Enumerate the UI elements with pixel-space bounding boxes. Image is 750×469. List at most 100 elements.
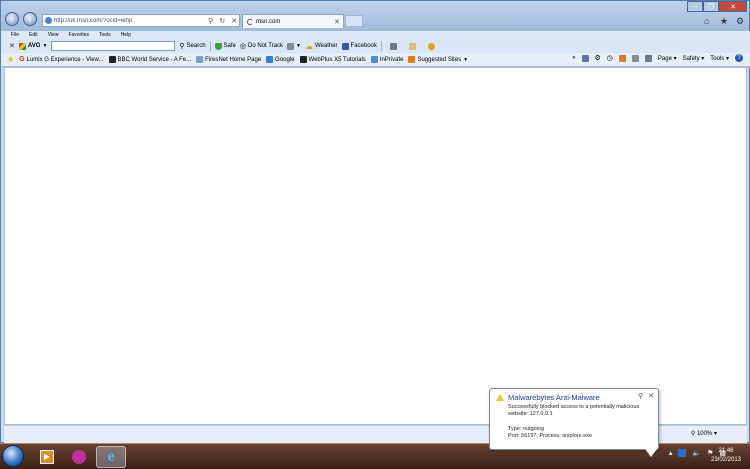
tools-menu[interactable]: Tools ▾ <box>710 55 729 62</box>
gear-icon[interactable]: ⚙ <box>736 16 744 27</box>
volume-icon[interactable]: 🔈 <box>692 449 701 457</box>
favorite-item-inprivate[interactable]: InPrivate <box>370 56 403 63</box>
safety-menu[interactable]: Safety ▾ <box>683 55 705 62</box>
safe-button[interactable]: Safe <box>214 42 236 50</box>
calendar-icon[interactable] <box>389 42 397 50</box>
more-icon[interactable]: » <box>572 55 575 61</box>
menu-tools[interactable]: Tools <box>99 32 111 38</box>
page-menu[interactable]: Page ▾ <box>658 55 677 62</box>
clock-time: 21:46 <box>718 448 734 454</box>
address-text: http://uk.msn.com/?ocid=iehp <box>54 17 133 24</box>
suggested-icon <box>408 56 416 63</box>
feeds-icon[interactable] <box>618 54 626 62</box>
app-button[interactable] <box>64 446 94 468</box>
favorite-item-lumix[interactable]: G Lumix G Experience - View... <box>19 56 103 63</box>
avg-menu[interactable]: AVG ▼ <box>18 42 47 50</box>
favorite-label: WebPlus X5 Tutorials <box>308 56 366 63</box>
home-icon[interactable]: ⌂ <box>704 16 709 26</box>
internet-explorer-button[interactable]: e <box>96 446 126 468</box>
notification-line: website: 127.0.0.1 <box>508 411 553 417</box>
separator <box>380 41 382 51</box>
menu-edit[interactable]: Edit <box>29 32 38 38</box>
zoom-control[interactable]: ⚲ 100% ▾ <box>691 430 717 437</box>
refresh-icon[interactable]: ↻ <box>217 17 227 25</box>
back-button[interactable]: ‹ <box>5 12 19 26</box>
gear-icon[interactable]: ⚙ <box>595 54 601 62</box>
webplus-icon <box>299 56 307 63</box>
search-icon: ⚲ <box>179 43 185 50</box>
stop-icon[interactable]: ✕ <box>229 17 239 25</box>
app-icon <box>72 450 86 464</box>
media-player-button[interactable]: ▶ <box>32 446 62 468</box>
avg-label: AVG <box>27 43 41 49</box>
restore-button[interactable]: ❐ <box>703 1 719 12</box>
favorite-item-google[interactable]: Google <box>266 56 295 63</box>
search-button[interactable]: ⚲ Search <box>179 42 205 50</box>
favorite-item-bbc[interactable]: BBC World Service - A Fe... <box>108 56 192 63</box>
balloon-tail <box>645 449 657 457</box>
settings-icon[interactable] <box>427 42 435 50</box>
search-icon[interactable]: ⚲ <box>206 17 215 25</box>
print-icon[interactable] <box>644 54 652 62</box>
favorite-label: Suggested Sites <box>417 56 462 63</box>
toolbar-close-icon[interactable]: ✕ <box>9 42 15 50</box>
favorite-item-firesnet[interactable]: FiresNet Home Page <box>196 56 261 63</box>
notification-body: Successfully blocked access to a potenti… <box>496 404 652 440</box>
list-button[interactable]: ▼ <box>287 42 301 50</box>
facebook-button[interactable]: Facebook <box>341 42 377 50</box>
menu-favorites[interactable]: Favorites <box>68 32 89 38</box>
facebook-label: Facebook <box>350 43 377 49</box>
tab-title: msn.com <box>256 18 281 25</box>
tray-expand-icon[interactable]: ▴ <box>669 449 673 457</box>
favorite-item-suggested[interactable]: Suggested Sites ▼ <box>408 56 468 63</box>
dnt-label: Do Not Track <box>248 43 284 49</box>
favorite-item-webplus[interactable]: WebPlus X5 Tutorials <box>299 56 366 63</box>
notepad-icon[interactable] <box>408 42 416 50</box>
chevron-down-icon: ▼ <box>463 56 469 63</box>
inprivate-icon <box>370 56 378 63</box>
menu-view[interactable]: View <box>48 32 59 38</box>
help-icon[interactable]: ? <box>735 54 743 62</box>
command-bar: » ⚙ ◷ Page ▾ Safety ▾ Tools ▾ ? <box>572 54 743 62</box>
options-icon[interactable]: ⚲ <box>638 392 643 400</box>
safe-label: Safe <box>223 43 236 49</box>
favorites-star-icon[interactable]: ★ <box>7 55 14 64</box>
search-label: Search <box>186 43 206 49</box>
page-content[interactable] <box>4 67 747 425</box>
g-icon: G <box>19 56 25 63</box>
list-icon <box>287 42 295 50</box>
eye-icon: ◎ <box>239 43 246 50</box>
forward-button[interactable]: › <box>23 12 37 26</box>
browser-window: ‹ › http://uk.msn.com/?ocid=iehp ⚲ ↻ ✕ m… <box>0 0 750 443</box>
search-input[interactable] <box>51 41 176 51</box>
weather-button[interactable]: ☁ Weather <box>305 42 338 51</box>
clock[interactable]: 21:46 23/02/2013 <box>708 447 744 465</box>
menu-file[interactable]: File <box>11 32 19 38</box>
shield-icon <box>214 42 222 50</box>
tab-close-icon[interactable]: ✕ <box>334 18 340 26</box>
malwarebytes-tray-icon[interactable] <box>678 449 687 457</box>
home-page-icon[interactable] <box>581 54 589 62</box>
favorite-label: BBC World Service - A Fe... <box>117 56 192 63</box>
do-not-track-button[interactable]: ◎ Do Not Track <box>240 42 283 50</box>
minimize-button[interactable]: – <box>687 1 703 12</box>
avg-toolbar: ✕ AVG ▼ ⚲ Search Safe ◎ Do Not Track ▼ ☁… <box>1 39 750 53</box>
close-button[interactable]: ✕ <box>719 1 747 12</box>
notification-header: Malwarebytes Anti-Malware <box>496 393 652 402</box>
mail-icon[interactable] <box>631 54 639 62</box>
magnifier-icon: ⚲ <box>690 431 696 437</box>
menu-help[interactable]: Help <box>121 32 131 38</box>
balloon-close-icon[interactable]: ✕ <box>648 392 654 400</box>
favorites-icon[interactable]: ★ <box>720 16 728 27</box>
notification-balloon[interactable]: ⚲ ✕ Malwarebytes Anti-Malware Successful… <box>489 388 659 450</box>
zoom-value: 100% <box>696 431 713 437</box>
history-icon[interactable]: ◷ <box>607 54 613 62</box>
page-icon <box>196 56 204 63</box>
start-button[interactable] <box>2 445 24 467</box>
new-tab-button[interactable] <box>345 15 363 27</box>
tab-msn[interactable]: msn.com ✕ <box>242 14 344 28</box>
address-bar[interactable]: http://uk.msn.com/?ocid=iehp ⚲ ↻ ✕ <box>42 14 240 27</box>
notification-title: Malwarebytes Anti-Malware <box>508 393 600 402</box>
page-icon <box>45 17 52 24</box>
